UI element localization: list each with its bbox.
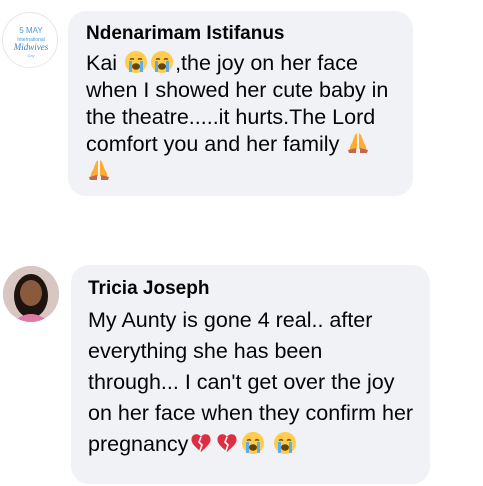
comment-bubble: Ndenarimam Istifanus Kai ,the joy on her…: [68, 11, 413, 196]
crying-face-icon: [273, 431, 297, 455]
comment-ndenarimam: 5 MAY International Midwives Day Ndenari…: [0, 0, 483, 200]
folded-hands-icon: [346, 131, 370, 155]
comment-author[interactable]: Tricia Joseph: [88, 277, 416, 301]
svg-text:5 MAY: 5 MAY: [19, 26, 43, 35]
comment-text-segment: Kai: [86, 51, 124, 75]
crying-face-icon: [150, 50, 174, 74]
profile-photo: [3, 266, 59, 322]
comment-bubble: Tricia Joseph My Aunty is gone 4 real.. …: [71, 265, 430, 484]
midwives-day-logo: 5 MAY International Midwives Day: [4, 14, 57, 67]
svg-text:Midwives: Midwives: [13, 42, 49, 52]
svg-text:Day: Day: [27, 53, 34, 58]
comment-author[interactable]: Ndenarimam Istifanus: [86, 22, 399, 46]
comment-tricia: Tricia Joseph My Aunty is gone 4 real.. …: [0, 250, 483, 486]
folded-hands-icon: [87, 158, 111, 182]
crying-face-icon: [124, 50, 148, 74]
crying-face-icon: [241, 431, 265, 455]
broken-heart-icon: [189, 431, 213, 455]
avatar[interactable]: 5 MAY International Midwives Day: [2, 12, 58, 68]
comment-text: My Aunty is gone 4 real.. after everythi…: [88, 305, 416, 460]
comment-text: Kai ,the joy on her face when I showed h…: [86, 50, 399, 185]
avatar[interactable]: [3, 266, 59, 322]
broken-heart-icon: [215, 431, 239, 455]
